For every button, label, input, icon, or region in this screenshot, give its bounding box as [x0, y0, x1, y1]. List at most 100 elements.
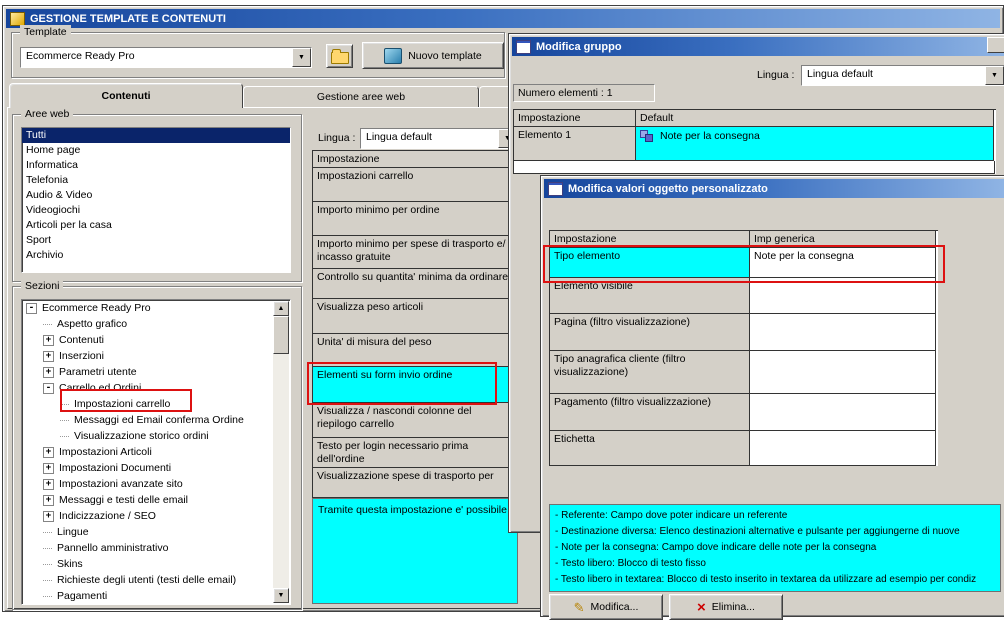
valori-row-name-pagamento[interactable]: Pagamento (filtro visualizzazione) — [550, 394, 750, 431]
lingua-select[interactable]: Lingua default ▼ — [360, 128, 518, 149]
list-item-tutti[interactable]: Tutti — [22, 128, 290, 143]
tab-contenuti[interactable]: Contenuti — [9, 83, 243, 108]
tree-item-lingue[interactable]: Lingue — [22, 524, 290, 540]
tree-item-indicizzazione-seo[interactable]: Indicizzazione / SEO — [22, 508, 290, 524]
valori-row-value-etichetta[interactable] — [750, 431, 936, 466]
setting-row[interactable]: Controllo su quantita' minima da ordinar… — [313, 269, 518, 299]
tree-item-impostazioni-carrello[interactable]: Impostazioni carrello — [22, 396, 290, 412]
list-item-videogiochi[interactable]: Videogiochi — [22, 203, 290, 218]
new-template-icon — [384, 47, 403, 64]
tree-item-richieste-utenti[interactable]: Richieste degli utenti (testi delle emai… — [22, 572, 290, 588]
scrollbar-thumb[interactable] — [273, 316, 289, 354]
template-select[interactable]: Ecommerce Ready Pro ▼ — [20, 47, 312, 68]
list-item-informatica[interactable]: Informatica — [22, 158, 290, 173]
gruppo-row-value[interactable]: Note per la consegna — [636, 127, 994, 161]
list-item-audio-video[interactable]: Audio & Video — [22, 188, 290, 203]
info-line: - Testo libero in textarea: Blocco di te… — [555, 574, 977, 585]
expand-icon[interactable] — [43, 494, 54, 506]
main-window-title: GESTIONE TEMPLATE E CONTENUTI — [30, 12, 226, 25]
scroll-up-icon[interactable]: ▲ — [273, 301, 289, 316]
tree-item-label: Carrello ed Ordini — [59, 382, 142, 394]
tree-item-skins[interactable]: Skins — [22, 556, 290, 572]
tree-item-aspetto-grafico[interactable]: Aspetto grafico — [22, 316, 290, 332]
list-item-articoli-casa[interactable]: Articoli per la casa — [22, 218, 290, 233]
close-button[interactable] — [987, 37, 1004, 53]
tree-item-label: Skins — [57, 558, 83, 570]
valori-row-name-tipo-anagrafica[interactable]: Tipo anagrafica cliente (filtro visualiz… — [550, 351, 750, 394]
tree-item-label: Visualizzazione storico ordini — [74, 430, 209, 442]
aree-web-label: Aree web — [21, 107, 74, 121]
setting-row-selected[interactable]: Elementi su form invio ordine — [313, 367, 518, 403]
gruppo-row-value-text: Note per la consegna — [660, 130, 760, 142]
main-titlebar[interactable]: GESTIONE TEMPLATE E CONTENUTI — [6, 9, 1000, 28]
collapse-icon[interactable] — [26, 302, 37, 314]
elimina-button[interactable]: × Elimina... — [669, 594, 783, 620]
setting-row[interactable]: Unita' di misura del peso — [313, 334, 518, 367]
column-header-impostazione: Impostazione — [514, 110, 636, 127]
setting-row[interactable]: Impostazioni carrello — [313, 168, 518, 202]
list-item-telefonia[interactable]: Telefonia — [22, 173, 290, 188]
expand-icon[interactable] — [43, 350, 54, 362]
tree-item-impostazioni-documenti[interactable]: Impostazioni Documenti — [22, 460, 290, 476]
folder-icon — [330, 48, 349, 64]
setting-row[interactable]: Testo per login necessario prima dell'or… — [313, 438, 518, 468]
modifica-valori-titlebar[interactable]: Modifica valori oggetto personalizzato — [544, 179, 1004, 198]
open-folder-button[interactable] — [326, 44, 353, 68]
expand-icon[interactable] — [43, 462, 54, 474]
tree-item-pagamenti[interactable]: Pagamenti — [22, 588, 290, 604]
edit-icon: ✎ — [573, 599, 585, 615]
tree-item-pannello-amministrativo[interactable]: Pannello amministrativo — [22, 540, 290, 556]
tree-item-contenuti[interactable]: Contenuti — [22, 332, 290, 348]
tree-item-parametri-utente[interactable]: Parametri utente — [22, 364, 290, 380]
tree-item-impostazioni-articoli[interactable]: Impostazioni Articoli — [22, 444, 290, 460]
list-item-home-page[interactable]: Home page — [22, 143, 290, 158]
tree-item-impostazioni-avanzate[interactable]: Impostazioni avanzate sito — [22, 476, 290, 492]
tree-item-storico-ordini[interactable]: Visualizzazione storico ordini — [22, 428, 290, 444]
setting-row[interactable]: Visualizza / nascondi colonne del riepil… — [313, 403, 518, 438]
collapse-icon[interactable] — [43, 382, 54, 394]
tree-item-carrello-ordini[interactable]: Carrello ed Ordini — [22, 380, 290, 396]
valori-row-value-pagina[interactable] — [750, 314, 936, 351]
valori-row-value-tipo-anagrafica[interactable] — [750, 351, 936, 394]
tree-item-spese-trasporto[interactable]: Spese di trasporto — [22, 604, 290, 605]
tree-item-inserzioni[interactable]: Inserzioni — [22, 348, 290, 364]
list-item-archivio[interactable]: Archivio — [22, 248, 290, 263]
modifica-gruppo-titlebar[interactable]: Modifica gruppo — [512, 37, 1004, 56]
chevron-down-icon[interactable]: ▼ — [292, 48, 311, 67]
valori-row-value-elemento-visibile[interactable] — [750, 278, 936, 314]
tab-gestione-aree-web[interactable]: Gestione aree web — [243, 86, 479, 107]
valori-row-name-pagina[interactable]: Pagina (filtro visualizzazione) — [550, 314, 750, 351]
lingua-select[interactable]: Lingua default ▼ — [801, 65, 1004, 86]
expand-icon[interactable] — [43, 510, 54, 522]
tree-item-root[interactable]: Ecommerce Ready Pro — [22, 300, 290, 316]
valori-row-name-etichetta[interactable]: Etichetta — [550, 431, 750, 466]
valori-row-name-tipo-elemento[interactable]: Tipo elemento — [550, 248, 750, 278]
tree-scrollbar[interactable]: ▲ ▼ — [273, 301, 289, 603]
sezioni-tree: Ecommerce Ready Pro Aspetto grafico Cont… — [21, 299, 291, 605]
expand-icon[interactable] — [43, 446, 54, 458]
tree-item-messaggi-testi-email[interactable]: Messaggi e testi delle email — [22, 492, 290, 508]
new-template-button[interactable]: Nuovo template — [362, 42, 504, 69]
tab-contenuti-label: Contenuti — [101, 90, 151, 102]
scroll-down-icon[interactable]: ▼ — [273, 588, 289, 603]
setting-row[interactable]: Visualizza peso articoli — [313, 299, 518, 334]
expand-icon[interactable] — [43, 334, 54, 346]
setting-row[interactable]: Visualizzazione spese di trasporto per — [313, 468, 518, 498]
sezioni-label: Sezioni — [21, 279, 64, 293]
info-line: - Referente: Campo dove poter indicare u… — [555, 510, 788, 521]
column-header-imp-generica: Imp generica — [750, 231, 936, 248]
expand-icon[interactable] — [43, 478, 54, 490]
valori-row-value-tipo-elemento[interactable]: Note per la consegna — [750, 248, 936, 278]
tree-item-messaggi-email-ordine[interactable]: Messaggi ed Email conferma Ordine — [22, 412, 290, 428]
modifica-button[interactable]: ✎ Modifica... — [549, 594, 663, 620]
valori-row-value-pagamento[interactable] — [750, 394, 936, 431]
gruppo-row-name[interactable]: Elemento 1 — [514, 127, 636, 161]
setting-row[interactable]: Importo minimo per spese di trasporto e/… — [313, 236, 518, 269]
lingua-label: Lingua : — [757, 69, 795, 81]
setting-row[interactable]: Importo minimo per ordine — [313, 202, 518, 236]
numero-elementi-label: Numero elementi : 1 — [513, 84, 655, 102]
expand-icon[interactable] — [43, 366, 54, 378]
valori-row-name-elemento-visibile[interactable]: Elemento visibile — [550, 278, 750, 314]
list-item-sport[interactable]: Sport — [22, 233, 290, 248]
chevron-down-icon[interactable]: ▼ — [985, 66, 1004, 85]
